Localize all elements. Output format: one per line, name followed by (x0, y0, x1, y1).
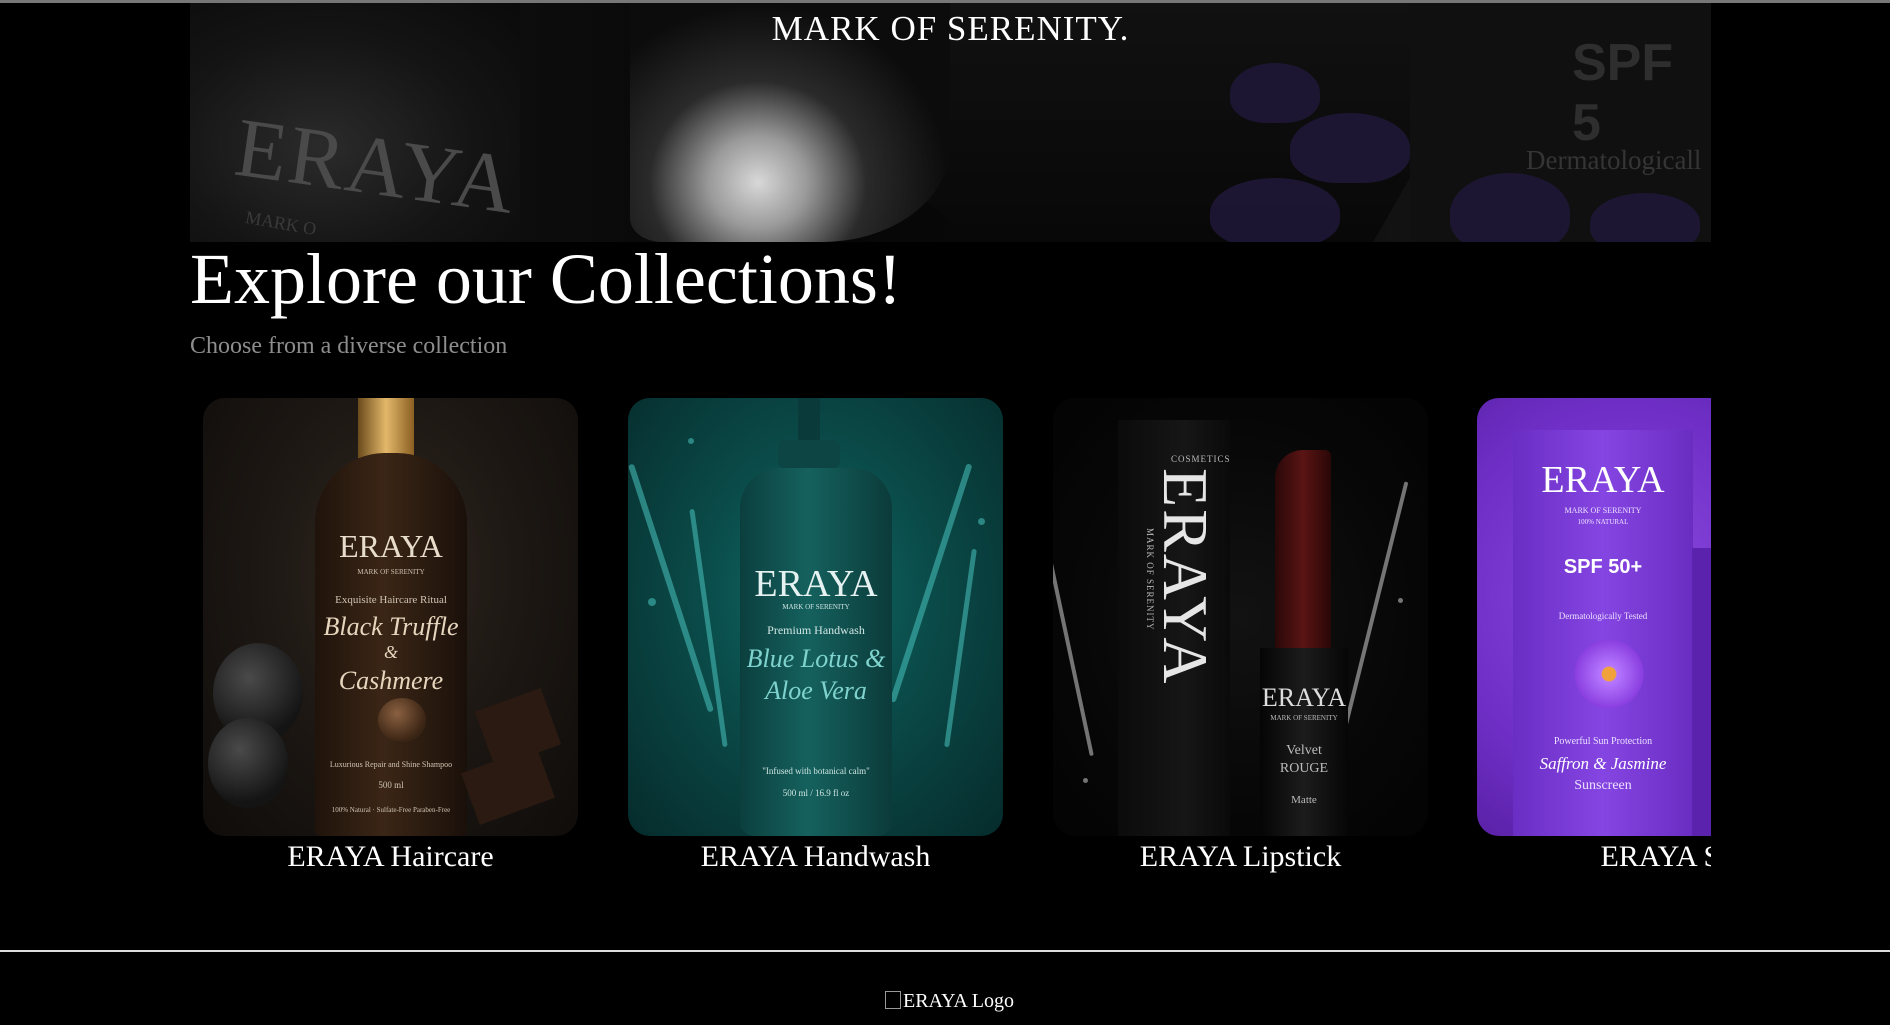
water-drop (978, 518, 985, 525)
pkg-script: Black Truffle (323, 612, 459, 641)
collection-label[interactable]: ERAYA Lipstick (1053, 840, 1428, 874)
collection-label[interactable]: ERAYA Sl (1477, 840, 1711, 874)
pkg-spf: SPF 50+ (1563, 556, 1643, 578)
hero-petal (1230, 63, 1320, 123)
hero-tagline: MARK OF SERENITY. (771, 9, 1130, 48)
pkg-box-tag: MARK OF SERENITY (1145, 528, 1155, 631)
truffle (208, 718, 288, 808)
pkg-script: Cashmere (338, 666, 444, 695)
pkg-line: 100% Natural · Sulfate-Free Paraben-Free (331, 806, 451, 814)
water-drop (1083, 778, 1088, 783)
pkg-script: Blue Lotus & (746, 644, 886, 673)
chocolate-piece (461, 745, 555, 826)
pkg-line: ROUGE (1279, 761, 1329, 776)
product-image-haircare[interactable]: ERAYA MARK OF SERENITY Exquisite Haircar… (203, 398, 578, 836)
hero-petal (1290, 113, 1410, 183)
pkg-tag: MARK OF SERENITY (782, 603, 850, 611)
water-splash (1053, 549, 1094, 757)
hero-banner: ERAYA MARK O SPF 5 Dermatologicall MARK … (190, 3, 1711, 242)
water-drop (648, 598, 656, 606)
pkg-line: Matte (1291, 794, 1317, 806)
collection-label[interactable]: ERAYA Haircare (203, 840, 578, 874)
collection-card-lipstick[interactable]: COSMETICS ERAYA MARK OF SERENITY ERAYA M… (1053, 398, 1428, 874)
collections-carousel[interactable]: ERAYA MARK OF SERENITY Exquisite Haircar… (190, 398, 1711, 898)
footer-divider (0, 950, 1890, 952)
product-image-lipstick[interactable]: COSMETICS ERAYA MARK OF SERENITY ERAYA M… (1053, 398, 1428, 836)
pkg-box-small: COSMETICS (1171, 454, 1231, 464)
water-drop (688, 438, 694, 444)
pkg-line: 500 ml (378, 780, 404, 790)
pkg-line: Velvet (1286, 743, 1322, 758)
collection-label[interactable]: ERAYA Handwash (628, 840, 1003, 874)
crocus-flower-icon (1569, 634, 1649, 714)
pkg-line: Luxurious Repair and Shine Shampoo (329, 760, 453, 769)
hero-spf-text: SPF 5 (1572, 34, 1674, 152)
collection-card-haircare[interactable]: ERAYA MARK OF SERENITY Exquisite Haircar… (203, 398, 578, 874)
pkg-script: Aloe Vera (765, 676, 867, 705)
water-drop (1398, 598, 1403, 603)
bottle-neck (358, 398, 414, 458)
pkg-brand: ERAYA (1541, 459, 1665, 501)
broken-image-icon (885, 991, 901, 1009)
collection-card-sunscreen[interactable]: ERAYA MARK OF SERENITY 100% NATURAL SPF … (1477, 398, 1711, 874)
pkg-line: "Infused with botanical calm" (762, 766, 870, 776)
pkg-brand: ERAYA (339, 528, 443, 564)
pkg-tag: MARK OF SERENITY (1564, 506, 1642, 515)
collections-subtitle: Choose from a diverse collection (190, 333, 508, 359)
pkg-line: Exquisite Haircare Ritual (335, 594, 447, 606)
lipstick-tube (1260, 648, 1348, 836)
sunscreen-box-side (1692, 548, 1711, 836)
footer-logo[interactable]: ERAYA Logo (885, 990, 1014, 1013)
pkg-box-brand: ERAYA (1150, 468, 1221, 686)
water-splash (1341, 481, 1409, 735)
pkg-script: Saffron & Jasmine (1539, 754, 1667, 773)
product-image-handwash[interactable]: ERAYA MARK OF SERENITY Premium Handwash … (628, 398, 1003, 836)
pkg-line: 500 ml / 16.9 fl oz (782, 788, 850, 798)
pkg-tag: MARK OF SERENITY (357, 568, 425, 576)
collection-card-handwash[interactable]: ERAYA MARK OF SERENITY Premium Handwash … (628, 398, 1003, 874)
pkg-tube-brand: ERAYA (1261, 683, 1347, 712)
footer-logo-alt: ERAYA Logo (903, 990, 1014, 1012)
hero-petal (1210, 178, 1340, 242)
collections-title: Explore our Collections! (190, 239, 902, 319)
hero-derm-text: Dermatologicall (1526, 145, 1702, 175)
pkg-line: Sunscreen (1574, 778, 1632, 793)
lipstick-bullet (1275, 450, 1331, 650)
pkg-line: Powerful Sun Protection (1553, 736, 1653, 747)
pkg-brand: ERAYA (754, 563, 878, 605)
pump-head (778, 440, 840, 468)
pkg-tube-tag: MARK OF SERENITY (1270, 714, 1338, 722)
pkg-script: & (383, 642, 398, 662)
pkg-line: Premium Handwash (767, 623, 865, 637)
product-image-sunscreen[interactable]: ERAYA MARK OF SERENITY 100% NATURAL SPF … (1477, 398, 1711, 836)
pkg-tag: 100% NATURAL (1577, 518, 1629, 526)
truffle-slice (378, 698, 426, 742)
pkg-line: Dermatologically Tested (1558, 611, 1648, 621)
water-splash (944, 548, 977, 748)
